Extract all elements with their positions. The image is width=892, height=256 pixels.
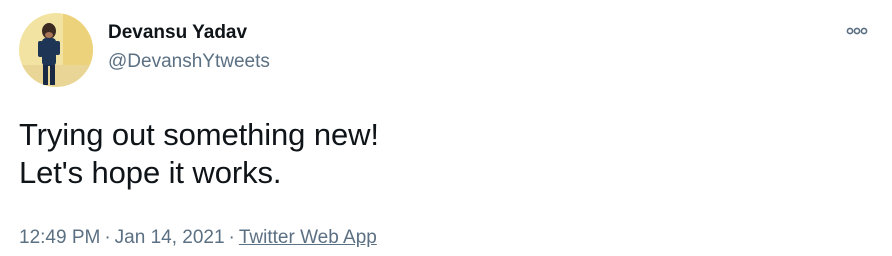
tweet-text: Trying out something new! Let's hope it … [19, 116, 379, 192]
tweet-date[interactable]: Jan 14, 2021 [115, 227, 225, 248]
more-options-button[interactable] [844, 22, 870, 40]
tweet-text-line: Let's hope it works. [19, 155, 282, 190]
meta-separator: · [228, 227, 235, 248]
tweet-meta: 12:49 PM · Jan 14, 2021 · Twitter Web App [19, 226, 377, 250]
meta-separator: · [104, 227, 111, 248]
tweet-text-line: Trying out something new! [19, 117, 379, 152]
tweet-source-link[interactable]: Twitter Web App [239, 227, 377, 248]
profile-photo-icon [19, 13, 93, 87]
more-dots-icon [846, 27, 868, 35]
tweet-time[interactable]: 12:49 PM [19, 227, 100, 248]
tweet-card: Devansu Yadav @DevanshYtweets Trying out… [0, 0, 892, 256]
avatar[interactable] [19, 13, 93, 87]
author-block: Devansu Yadav @DevanshYtweets [108, 21, 270, 74]
author-display-name[interactable]: Devansu Yadav [108, 21, 270, 45]
author-handle[interactable]: @DevanshYtweets [108, 50, 270, 74]
